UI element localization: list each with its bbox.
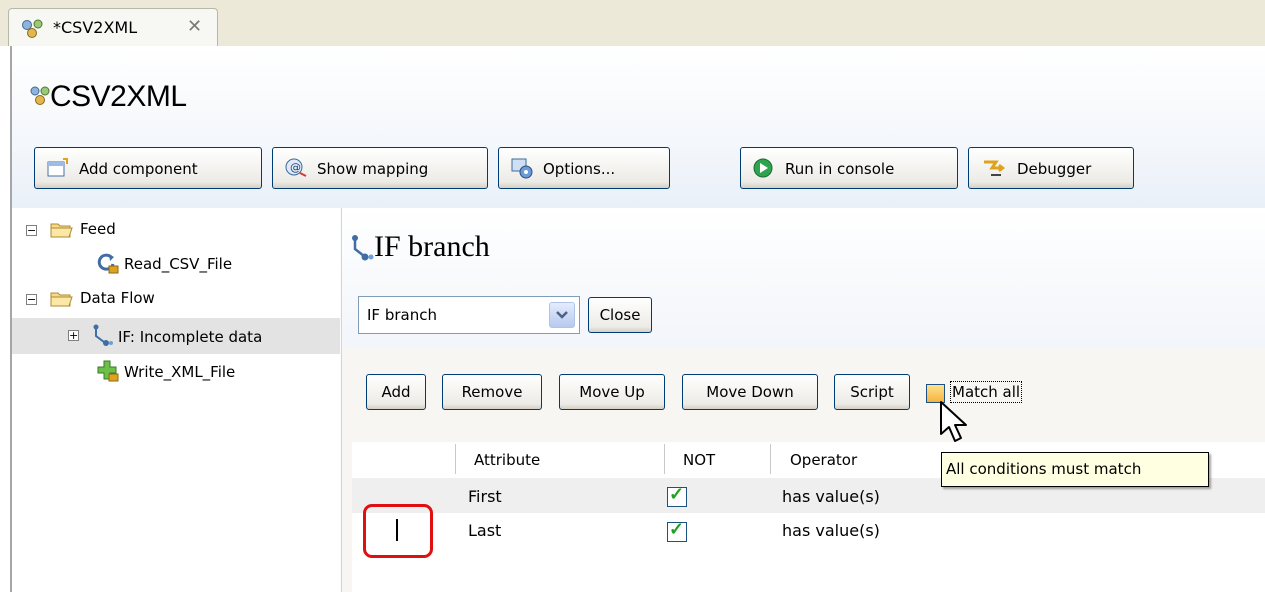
collapse-icon[interactable]: − bbox=[26, 294, 37, 305]
debugger-label: Debugger bbox=[1017, 160, 1092, 178]
add-component-icon bbox=[47, 158, 69, 182]
close-button[interactable]: Close bbox=[588, 297, 652, 333]
remove-button[interactable]: Remove bbox=[442, 374, 542, 410]
collapse-icon[interactable]: − bbox=[26, 225, 37, 236]
tree-item-if[interactable]: + IF: Incomplete data bbox=[68, 324, 340, 350]
debugger-icon bbox=[981, 158, 1007, 182]
flow-icon bbox=[21, 19, 47, 44]
folder-icon bbox=[50, 220, 74, 244]
column-header-not[interactable]: NOT bbox=[683, 451, 715, 469]
options-label: Options... bbox=[543, 160, 616, 178]
row-attribute[interactable]: First bbox=[468, 487, 502, 506]
run-in-console-label: Run in console bbox=[785, 160, 895, 178]
not-checkbox[interactable]: ✓ bbox=[667, 519, 687, 542]
column-header-operator[interactable]: Operator bbox=[790, 451, 857, 469]
tree-label: IF: Incomplete data bbox=[118, 328, 263, 346]
page-title: CSV2XML bbox=[50, 80, 187, 113]
branch-select[interactable]: IF branch bbox=[358, 296, 580, 334]
highlight-box bbox=[363, 504, 433, 558]
row-operator[interactable]: has value(s) bbox=[782, 521, 880, 540]
add-component-button[interactable]: Add component bbox=[34, 147, 262, 189]
move-up-button[interactable]: Move Up bbox=[559, 374, 665, 410]
chevron-down-icon[interactable] bbox=[549, 302, 575, 328]
branch-select-value: IF branch bbox=[367, 306, 437, 324]
not-checkbox[interactable]: ✓ bbox=[667, 484, 687, 507]
column-divider[interactable] bbox=[455, 444, 456, 474]
show-mapping-label: Show mapping bbox=[317, 160, 429, 178]
show-mapping-button[interactable]: @ Show mapping bbox=[272, 147, 488, 189]
row-attribute[interactable]: Last bbox=[468, 521, 501, 540]
section-title: IF branch bbox=[374, 230, 490, 263]
debugger-button[interactable]: Debugger bbox=[968, 147, 1134, 189]
options-icon bbox=[511, 158, 535, 184]
branch-icon bbox=[350, 234, 374, 267]
tree-label: Write_XML_File bbox=[124, 363, 236, 381]
tree-label: Feed bbox=[80, 220, 116, 238]
tab-csv2xml[interactable]: *CSV2XML ✕ bbox=[8, 8, 218, 46]
tree-label: Read_CSV_File bbox=[124, 255, 233, 273]
column-header-attribute[interactable]: Attribute bbox=[474, 451, 540, 469]
column-divider[interactable] bbox=[664, 444, 665, 474]
tree-label: Data Flow bbox=[80, 289, 155, 307]
run-in-console-button[interactable]: Run in console bbox=[740, 147, 958, 189]
writer-icon bbox=[96, 360, 120, 386]
add-component-label: Add component bbox=[79, 160, 198, 178]
folder-icon bbox=[50, 289, 74, 313]
script-button[interactable]: Script bbox=[834, 374, 910, 410]
expand-icon[interactable]: + bbox=[68, 330, 79, 341]
add-button[interactable]: Add bbox=[366, 374, 426, 410]
move-down-button[interactable]: Move Down bbox=[682, 374, 818, 410]
reader-icon bbox=[96, 252, 120, 278]
branch-icon bbox=[92, 324, 114, 350]
flow-icon bbox=[30, 86, 52, 111]
column-divider[interactable] bbox=[770, 444, 771, 474]
svg-text:@: @ bbox=[290, 161, 301, 174]
tab-label: *CSV2XML bbox=[53, 18, 138, 37]
options-button[interactable]: Options... bbox=[498, 147, 670, 189]
tooltip: All conditions must match bbox=[941, 452, 1209, 487]
play-icon bbox=[753, 158, 775, 182]
mouse-pointer-icon bbox=[938, 400, 978, 453]
mapping-icon: @ bbox=[285, 158, 309, 182]
check-icon: ✓ bbox=[669, 484, 685, 504]
row-operator[interactable]: has value(s) bbox=[782, 487, 880, 506]
close-tab-icon[interactable]: ✕ bbox=[187, 16, 202, 37]
check-icon: ✓ bbox=[669, 519, 685, 539]
